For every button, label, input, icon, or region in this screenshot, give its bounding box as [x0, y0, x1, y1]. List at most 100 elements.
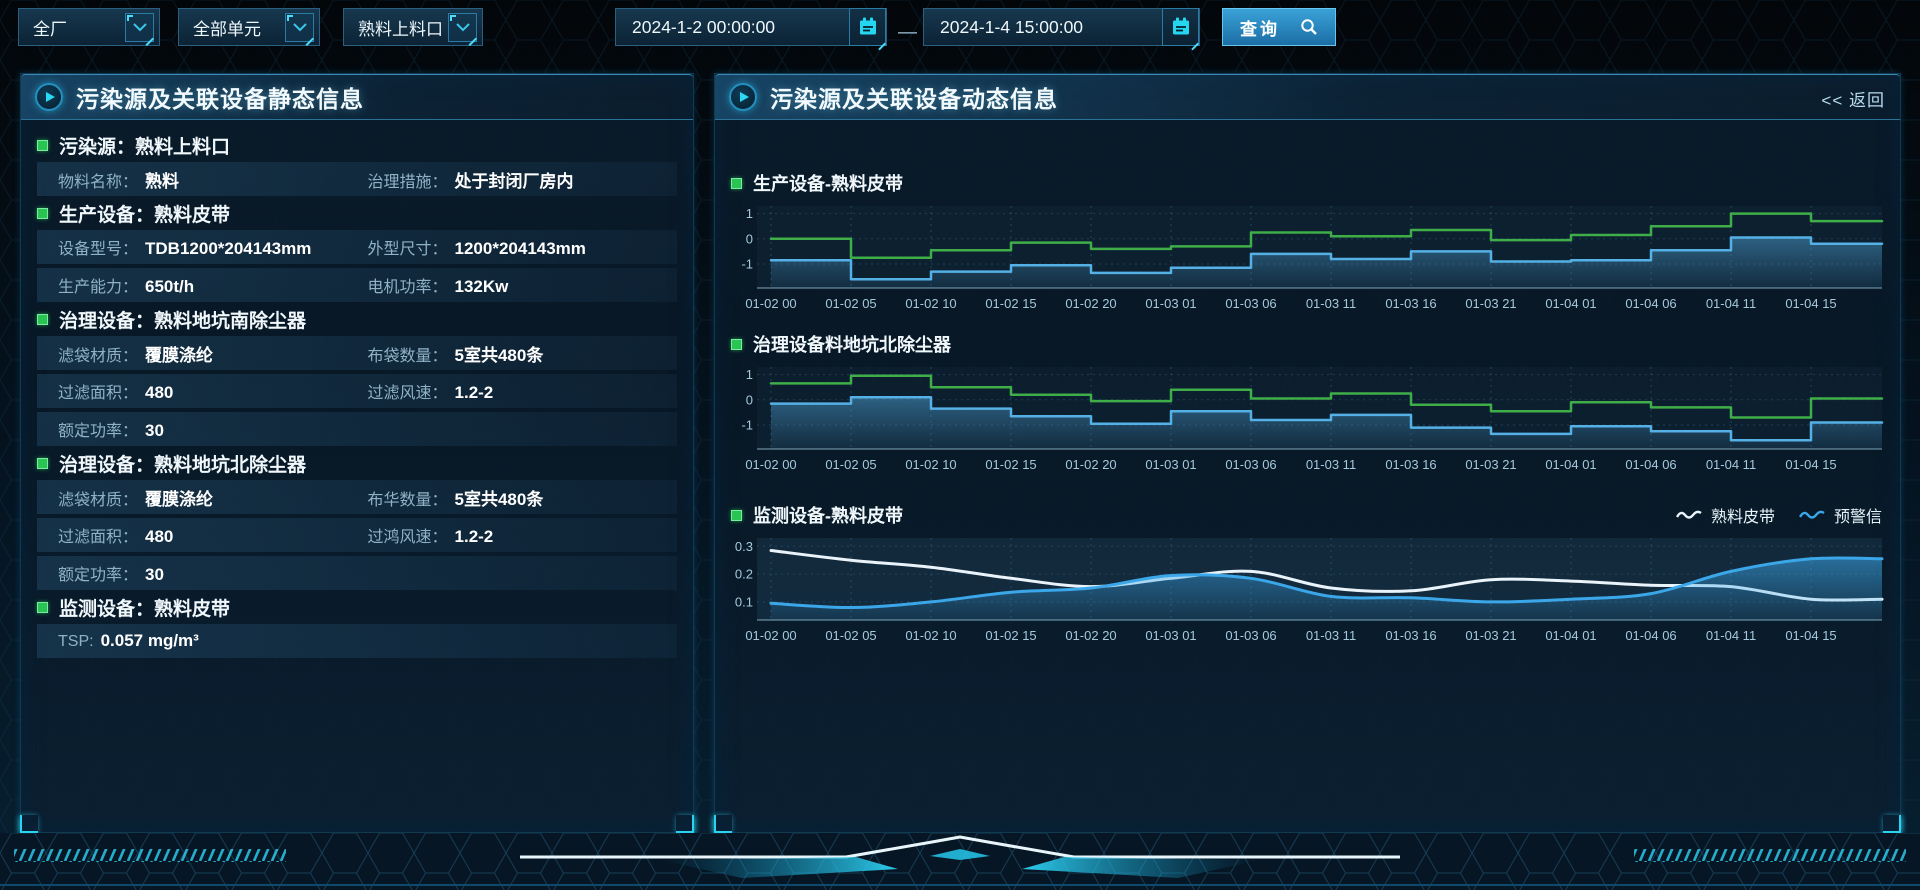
svg-text:01-02 20: 01-02 20 [1065, 628, 1116, 643]
info-cell: 过滤面积： 480 [58, 379, 368, 403]
legend-label: 预警信 [1834, 503, 1882, 527]
back-button[interactable]: << 返回 [1821, 86, 1885, 111]
info-value: 480 [145, 383, 173, 403]
svg-text:0: 0 [746, 231, 753, 246]
info-row: 额定功率：30 [37, 412, 677, 446]
info-label: 过鸿风速： [368, 523, 448, 547]
info-value: 熟料 [145, 167, 179, 192]
info-label: 额定功率： [58, 417, 138, 441]
section-heading-text: 治理设备：熟料地坑南除尘器 [59, 306, 306, 333]
svg-text:01-02 00: 01-02 00 [745, 296, 796, 311]
dynamic-info-panel: << 返回 污染源及关联设备动态信息 生产设备-熟料皮带 1 0 -1 01-02 00… [714, 73, 1901, 833]
svg-text:01-04 15: 01-04 15 [1785, 457, 1836, 472]
info-cell: 过滤风速：1.2-2 [368, 379, 678, 403]
svg-text:01-02 15: 01-02 15 [985, 296, 1036, 311]
info-label: 滤袋材质： [58, 342, 138, 366]
toolbar: 全厂 全部单元 熟料上料口 2024-1-2 00:00:00 — 202 [0, 0, 1920, 56]
svg-text:01-04 06: 01-04 06 [1625, 628, 1676, 643]
info-value: 5室共480条 [455, 341, 544, 366]
unit-select-value: 全部单元 [193, 15, 261, 40]
end-date-picker[interactable]: 2024-1-4 15:00:00 [923, 8, 1200, 46]
svg-text:01-03 06: 01-03 06 [1225, 457, 1276, 472]
section-heading-text: 生产设备：熟料皮带 [59, 200, 230, 227]
calendar-icon[interactable] [1162, 8, 1199, 46]
info-label: TSP: [58, 633, 94, 651]
info-value: 处于封闭厂房内 [455, 167, 574, 192]
query-button-label: 查询 [1240, 15, 1280, 40]
section-heading-text: 治理设备：熟料地坑北除尘器 [59, 450, 306, 477]
svg-text:01-03 06: 01-03 06 [1225, 628, 1276, 643]
chart-plot-0: 10-101-02 0001-02 0501-02 1001-02 1501-0… [731, 198, 1884, 314]
svg-text:01-02 05: 01-02 05 [825, 296, 876, 311]
play-icon [35, 83, 63, 111]
info-row: 额定功率：30 [37, 556, 677, 590]
static-info-list: 污染源：熟料上料口物料名称：熟料治理措施：处于封闭厂房内生产设备：熟料皮带设备型… [21, 120, 693, 658]
info-cell: 过鸿风速：1.2-2 [368, 523, 678, 547]
svg-text:01-04 15: 01-04 15 [1785, 628, 1836, 643]
chevron-down-icon[interactable] [125, 13, 154, 42]
info-value: 5室共480条 [455, 485, 544, 510]
svg-text:01-03 01: 01-03 01 [1145, 457, 1196, 472]
chart-title-row: 生产设备-熟料皮带 [731, 170, 1884, 196]
svg-text:01-03 01: 01-03 01 [1145, 296, 1196, 311]
svg-text:1: 1 [746, 367, 753, 382]
info-row: 设备型号：TDB1200*204143mm外型尺寸：1200*204143mm [37, 230, 677, 264]
green-square-icon [731, 339, 742, 350]
info-row: TSP: 0.057 mg/m³ [37, 624, 677, 658]
chart-title: 治理设备料地坑北除尘器 [753, 331, 951, 357]
info-value: 覆膜涤纶 [145, 485, 213, 510]
end-date-value: 2024-1-4 15:00:00 [940, 17, 1083, 38]
info-value: 0.057 mg/m³ [101, 631, 199, 651]
info-label: 电机功率： [368, 273, 448, 297]
info-value: 650t/h [145, 277, 194, 297]
chart-title-row: 治理设备料地坑北除尘器 [731, 331, 1884, 357]
svg-text:01-02 05: 01-02 05 [825, 457, 876, 472]
info-label: 过滤面积： [58, 523, 138, 547]
chart-legend: 熟料皮带 预警信 [1676, 502, 1882, 528]
info-label: 布袋数量： [368, 342, 448, 366]
section-heading: 生产设备：熟料皮带 [37, 200, 677, 226]
dynamic-panel-header: 污染源及关联设备动态信息 [715, 74, 1900, 120]
info-label: 治理措施： [368, 168, 448, 192]
section-heading: 监测设备：熟料皮带 [37, 594, 677, 620]
svg-text:01-02 05: 01-02 05 [825, 628, 876, 643]
svg-text:01-04 11: 01-04 11 [1706, 457, 1756, 472]
play-icon [729, 83, 757, 111]
svg-text:01-02 15: 01-02 15 [985, 457, 1036, 472]
svg-text:01-02 20: 01-02 20 [1065, 296, 1116, 311]
section-heading: 治理设备：熟料地坑南除尘器 [37, 306, 677, 332]
chart-title-row: 监测设备-熟料皮带熟料皮带预警信 [731, 502, 1884, 528]
svg-text:-1: -1 [741, 257, 753, 272]
svg-text:01-03 06: 01-03 06 [1225, 296, 1276, 311]
info-cell: 设备型号：TDB1200*204143mm [58, 235, 368, 259]
info-label: 过滤面积： [58, 379, 138, 403]
info-cell: 外型尺寸：1200*204143mm [368, 235, 678, 259]
legend-item[interactable]: 预警信 [1799, 503, 1882, 527]
section-heading: 治理设备：熟料地坑北除尘器 [37, 450, 677, 476]
svg-text:01-02 15: 01-02 15 [985, 628, 1036, 643]
query-button[interactable]: 查询 [1222, 8, 1336, 46]
unit-select[interactable]: 全部单元 [178, 8, 320, 46]
svg-text:01-04 15: 01-04 15 [1785, 296, 1836, 311]
info-cell: 布华数量：5室共480条 [368, 485, 678, 510]
info-label: 生产能力： [58, 273, 138, 297]
svg-text:01-04 11: 01-04 11 [1706, 296, 1756, 311]
plant-select[interactable]: 全厂 [18, 8, 160, 46]
info-value: 132Kw [455, 277, 509, 297]
start-date-picker[interactable]: 2024-1-2 00:00:00 [615, 8, 887, 46]
legend-label: 熟料皮带 [1711, 503, 1775, 527]
squiggle-line-icon [1799, 509, 1826, 521]
info-cell: TSP: 0.057 mg/m³ [58, 631, 677, 651]
section-heading-text: 监测设备：熟料皮带 [59, 594, 230, 621]
svg-text:01-02 00: 01-02 00 [745, 457, 796, 472]
dynamic-panel-title: 污染源及关联设备动态信息 [770, 80, 1058, 114]
info-cell: 治理措施： 处于封闭厂房内 [368, 167, 678, 192]
chevron-down-icon[interactable] [448, 13, 477, 42]
svg-text:01-02 10: 01-02 10 [905, 628, 956, 643]
calendar-icon[interactable] [849, 8, 886, 46]
source-select-value: 熟料上料口 [358, 15, 443, 40]
green-square-icon [37, 602, 48, 613]
chevron-down-icon[interactable] [285, 13, 314, 42]
source-select[interactable]: 熟料上料口 [343, 8, 483, 46]
legend-item[interactable]: 熟料皮带 [1676, 503, 1775, 527]
